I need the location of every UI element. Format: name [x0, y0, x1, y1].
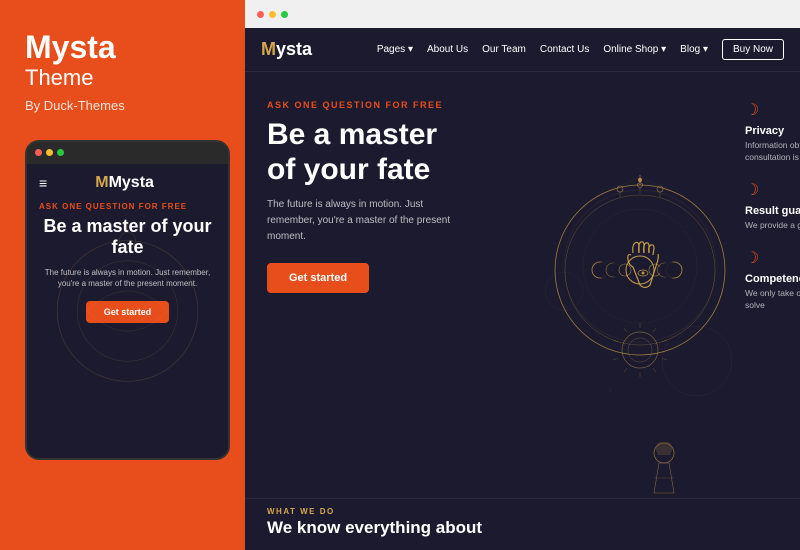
mobile-content: ≡ MMysta ASK ONE QUESTION FOR FREE Be a …	[27, 164, 228, 458]
hero-cta-button[interactable]: Get started	[267, 263, 369, 293]
browser-dot-yellow	[269, 11, 276, 18]
guarantee-icon: ☽	[745, 180, 800, 200]
feature-privacy-title: Privacy	[745, 125, 800, 137]
desktop-nav: Mysta Pages ▾ About Us Our Team Contact …	[245, 28, 800, 72]
hero-headline: Be a master of your fate	[267, 118, 525, 187]
desktop-hero: ASK ONE QUESTION FOR FREE Be a master of…	[245, 72, 800, 498]
dot-green	[57, 149, 64, 156]
privacy-icon: ☽	[745, 100, 800, 120]
desktop-content: Mysta Pages ▾ About Us Our Team Contact …	[245, 28, 800, 550]
left-panel: Mysta Theme By Duck-Themes ≡ MMysta ASK …	[0, 0, 245, 550]
feature-competence: ☽ Competence We only take on issues that…	[745, 248, 800, 312]
feature-privacy-desc: Information obtained during the consulta…	[745, 140, 800, 164]
mobile-mockup: ≡ MMysta ASK ONE QUESTION FOR FREE Be a …	[25, 140, 230, 460]
hero-features: ☽ Privacy Information obtained during th…	[735, 72, 800, 498]
bottom-label: WHAT WE DO	[267, 507, 778, 516]
nav-about[interactable]: About Us	[427, 44, 468, 55]
hero-subtext: The future is always in motion. Just rem…	[267, 197, 467, 245]
feature-guarantee: ☽ Result guarantee We provide a guarante…	[745, 180, 800, 232]
nav-buy-button[interactable]: Buy Now	[722, 39, 784, 60]
mystical-illustration	[545, 175, 735, 395]
feature-competence-title: Competence	[745, 273, 800, 285]
mobile-browser-bar	[27, 142, 228, 164]
nav-team[interactable]: Our Team	[482, 44, 526, 55]
hero-center: ✦ ✦ ✦	[545, 72, 735, 498]
feature-guarantee-desc: We provide a guaranteed 100% result.	[745, 220, 800, 232]
feature-privacy: ☽ Privacy Information obtained during th…	[745, 100, 800, 164]
nav-shop[interactable]: Online Shop ▾	[603, 44, 666, 55]
nav-pages[interactable]: Pages ▾	[377, 44, 413, 55]
right-panel: Mysta Pages ▾ About Us Our Team Contact …	[245, 0, 800, 550]
nav-blog[interactable]: Blog ▾	[680, 44, 708, 55]
nav-links: Pages ▾ About Us Our Team Contact Us Onl…	[377, 39, 784, 60]
feature-guarantee-title: Result guarantee	[745, 205, 800, 217]
desktop-bottom: WHAT WE DO We know everything about	[245, 498, 800, 550]
feature-competence-desc: We only take on issues that we can solve	[745, 288, 800, 312]
dot-yellow	[46, 149, 53, 156]
hero-left: ASK ONE QUESTION FOR FREE Be a master of…	[245, 72, 545, 498]
bottom-headline: We know everything about	[267, 519, 778, 538]
mobile-bg-decoration	[27, 164, 228, 458]
bottom-figure	[634, 433, 694, 498]
competence-icon: ☽	[745, 248, 800, 268]
browser-dot-green	[281, 11, 288, 18]
desktop-logo: Mysta	[261, 39, 312, 60]
nav-contact[interactable]: Contact Us	[540, 44, 589, 55]
desktop-browser-bar	[245, 0, 800, 28]
brand-title: Mysta Theme By Duck-Themes	[25, 30, 225, 135]
browser-dot-red	[257, 11, 264, 18]
dot-red	[35, 149, 42, 156]
hero-ask-label: ASK ONE QUESTION FOR FREE	[267, 100, 525, 110]
